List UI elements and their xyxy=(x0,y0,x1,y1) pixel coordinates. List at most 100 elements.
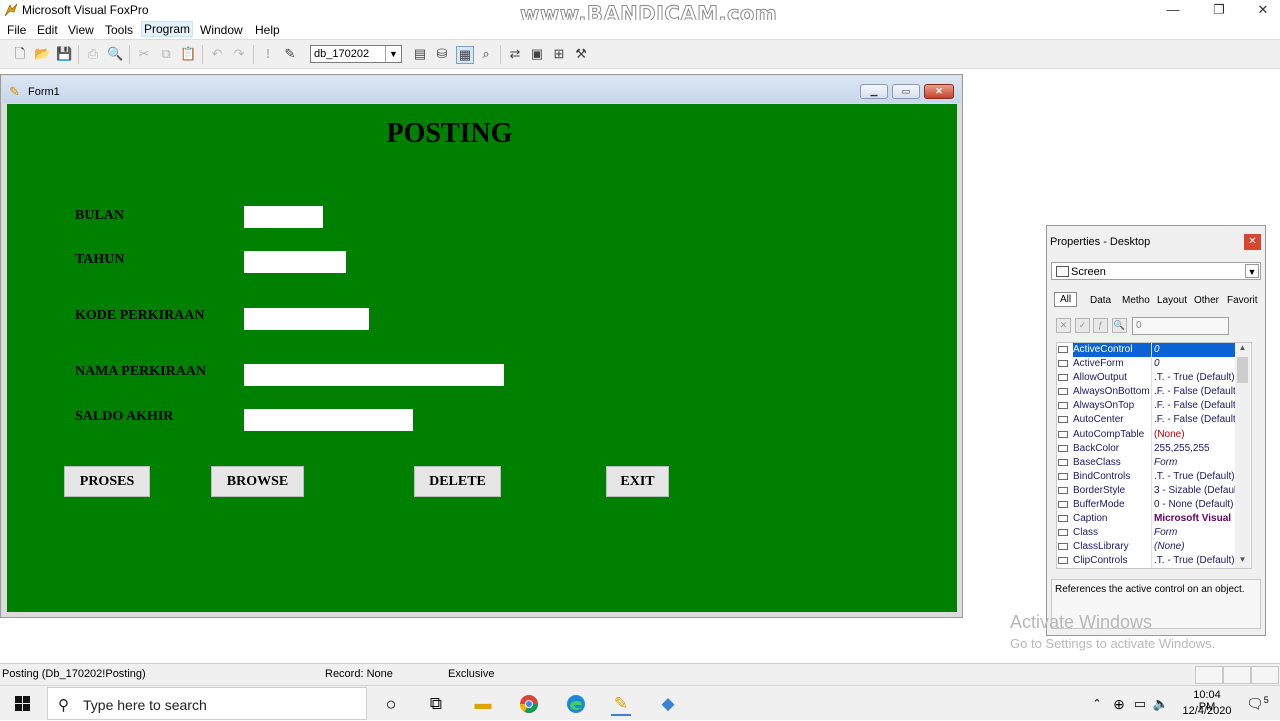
function-icon[interactable]: ƒ xyxy=(1093,318,1108,333)
object-combo[interactable]: Screen ▼ xyxy=(1051,262,1261,280)
menu-help[interactable]: Help xyxy=(255,22,280,38)
property-row[interactable]: BorderStyle 3 - Sizable (Default) xyxy=(1057,483,1251,498)
properties-close-button[interactable]: ✕ xyxy=(1244,234,1261,250)
chevron-up-icon[interactable]: ⌃ xyxy=(1087,694,1107,714)
properties-window[interactable]: Properties - Desktop ✕ Screen ▼ All Data… xyxy=(1046,225,1266,636)
data-session-icon[interactable]: ⛁ xyxy=(434,46,450,62)
kode-perkiraan-input[interactable] xyxy=(244,308,369,330)
property-row[interactable]: AutoCompTable (None) xyxy=(1057,427,1251,442)
tab-layout[interactable]: Layout xyxy=(1157,295,1187,306)
nama-perkiraan-input[interactable] xyxy=(244,364,504,386)
save-icon[interactable]: 💾 xyxy=(56,46,72,62)
network-icon[interactable]: ⊕ xyxy=(1109,694,1129,714)
battery-icon[interactable]: ▭ xyxy=(1130,694,1150,714)
speaker-icon[interactable]: 🔈 xyxy=(1151,694,1171,714)
menu-view[interactable]: View xyxy=(68,22,94,38)
property-row[interactable]: AllowOutput .T. - True (Default) xyxy=(1057,371,1251,386)
delete-button[interactable]: DELETE xyxy=(414,466,501,497)
database-combo[interactable]: db_170202 ▼ xyxy=(310,45,402,63)
saldo-akhir-input[interactable] xyxy=(244,409,413,431)
scroll-up-icon[interactable]: ▲ xyxy=(1235,343,1250,355)
form-maximize-button[interactable]: ▭ xyxy=(892,84,920,99)
start-button[interactable] xyxy=(0,686,46,721)
modify-form-icon[interactable]: ✎ xyxy=(282,46,298,62)
command-window-icon[interactable]: ▤ xyxy=(412,46,428,62)
property-row[interactable]: BackColor 255,255,255 xyxy=(1057,441,1251,456)
property-row[interactable]: Class Form xyxy=(1057,526,1251,541)
tab-favorites[interactable]: Favorit xyxy=(1227,295,1258,306)
chevron-down-icon[interactable]: ▼ xyxy=(385,46,401,62)
properties-window-icon[interactable]: ▦ xyxy=(456,46,474,64)
redo-icon[interactable]: ↷ xyxy=(231,46,247,62)
browse-button[interactable]: BROWSE xyxy=(211,466,304,497)
property-row[interactable]: ClipControls .T. - True (Default) xyxy=(1057,554,1251,568)
property-row[interactable]: BufferMode 0 - None (Default) xyxy=(1057,498,1251,513)
toolbox-icon[interactable]: ⚒ xyxy=(573,46,589,62)
menu-program[interactable]: Program xyxy=(141,21,194,37)
property-icon xyxy=(1058,416,1068,424)
cut-icon[interactable]: ✂ xyxy=(136,46,152,62)
chevron-down-icon[interactable]: ▼ xyxy=(1245,264,1259,278)
property-row[interactable]: AlwaysOnTop .F. - False (Default) xyxy=(1057,399,1251,414)
form-window[interactable]: ✎ Form1 ▁ ▭ ✕ POSTING BULAN TAHUN KODE P… xyxy=(0,74,963,618)
maximize-button[interactable]: ❐ xyxy=(1196,0,1242,20)
chrome-icon[interactable] xyxy=(519,694,539,714)
task-pane-icon[interactable]: ⊞ xyxy=(551,46,567,62)
task-view-icon[interactable]: ⧉ xyxy=(426,694,446,714)
close-button[interactable]: ✕ xyxy=(1240,0,1280,20)
copy-icon[interactable]: ⧉ xyxy=(158,46,174,62)
tab-all[interactable]: All xyxy=(1054,292,1078,307)
property-row[interactable]: AlwaysOnBottom .F. - False (Default) xyxy=(1057,385,1251,400)
menu-tools[interactable]: Tools xyxy=(105,22,133,38)
clock-date[interactable]: 12/4/2020 xyxy=(1180,705,1234,717)
property-row[interactable]: AutoCenter .F. - False (Default) xyxy=(1057,413,1251,428)
tab-other[interactable]: Other xyxy=(1194,295,1219,306)
form-close-button[interactable]: ✕ xyxy=(924,84,954,99)
zoom-icon[interactable]: 🔍 xyxy=(1112,318,1127,333)
status-bar: Posting (Db_170202!Posting) Record: None… xyxy=(0,663,1280,685)
cortana-icon[interactable]: ○ xyxy=(381,694,401,714)
open-folder-icon[interactable]: 📂 xyxy=(34,46,50,62)
exit-button[interactable]: EXIT xyxy=(606,466,669,497)
new-file-icon[interactable]: 🗋 xyxy=(12,46,28,62)
form-titlebar[interactable]: ✎ Form1 ▁ ▭ ✕ xyxy=(2,76,961,103)
standard-toolbar: 🗋 📂 💾 ⎙ 🔍 ✂ ⧉ 📋 ↶ ↷ ! ✎ db_170202 ▼ ▤ ⛁ … xyxy=(0,39,1280,69)
proses-button[interactable]: PROSES xyxy=(64,466,150,497)
class-browser-icon[interactable]: ⇄ xyxy=(507,46,523,62)
tab-methods[interactable]: Metho xyxy=(1122,295,1150,306)
app-taskbar-icon[interactable]: ◆ xyxy=(658,694,678,714)
edge-icon[interactable] xyxy=(566,694,586,714)
property-row[interactable]: BaseClass Form xyxy=(1057,455,1251,470)
property-list[interactable]: ActiveControl 0 ActiveForm 0 AllowOutput .T. … xyxy=(1056,342,1252,569)
bulan-input[interactable] xyxy=(244,206,323,228)
menu-edit[interactable]: Edit xyxy=(37,22,58,38)
scroll-down-icon[interactable]: ▼ xyxy=(1235,555,1250,567)
minimize-button[interactable]: — xyxy=(1150,0,1196,20)
code-references-icon[interactable]: ⌕ xyxy=(478,46,494,62)
paste-icon[interactable]: 📋 xyxy=(180,46,196,62)
foxpro-taskbar-icon[interactable]: ✎ xyxy=(611,694,631,716)
property-row[interactable]: Caption Microsoft Visual xyxy=(1057,512,1251,527)
cancel-icon[interactable]: ✕ xyxy=(1056,318,1071,333)
property-row[interactable]: ActiveControl 0 xyxy=(1057,343,1251,357)
run-icon[interactable]: ! xyxy=(260,46,276,62)
tahun-input[interactable] xyxy=(244,251,346,273)
accept-icon[interactable]: ✓ xyxy=(1075,318,1090,333)
menu-file[interactable]: File xyxy=(7,22,26,38)
property-value-input[interactable]: 0 xyxy=(1132,317,1229,335)
property-row[interactable]: BindControls .T. - True (Default) xyxy=(1057,469,1251,484)
tab-data[interactable]: Data xyxy=(1090,295,1111,306)
file-explorer-icon[interactable]: ▬ xyxy=(473,694,493,714)
property-row[interactable]: ActiveForm 0 xyxy=(1057,357,1251,372)
taskbar-search[interactable]: ⚲ Type here to search xyxy=(47,687,367,720)
object-browser-icon[interactable]: ▣ xyxy=(529,46,545,62)
print-preview-icon[interactable]: 🔍 xyxy=(107,46,123,62)
undo-icon[interactable]: ↶ xyxy=(209,46,225,62)
property-row[interactable]: ClassLibrary (None) xyxy=(1057,540,1251,555)
scroll-thumb[interactable] xyxy=(1237,357,1248,383)
print-icon[interactable]: ⎙ xyxy=(85,46,101,62)
notification-icon[interactable]: 🗨5 xyxy=(1246,695,1269,713)
menu-window[interactable]: Window xyxy=(200,22,243,38)
property-scrollbar[interactable]: ▲ ▼ xyxy=(1235,343,1250,568)
form-minimize-button[interactable]: ▁ xyxy=(860,84,888,99)
